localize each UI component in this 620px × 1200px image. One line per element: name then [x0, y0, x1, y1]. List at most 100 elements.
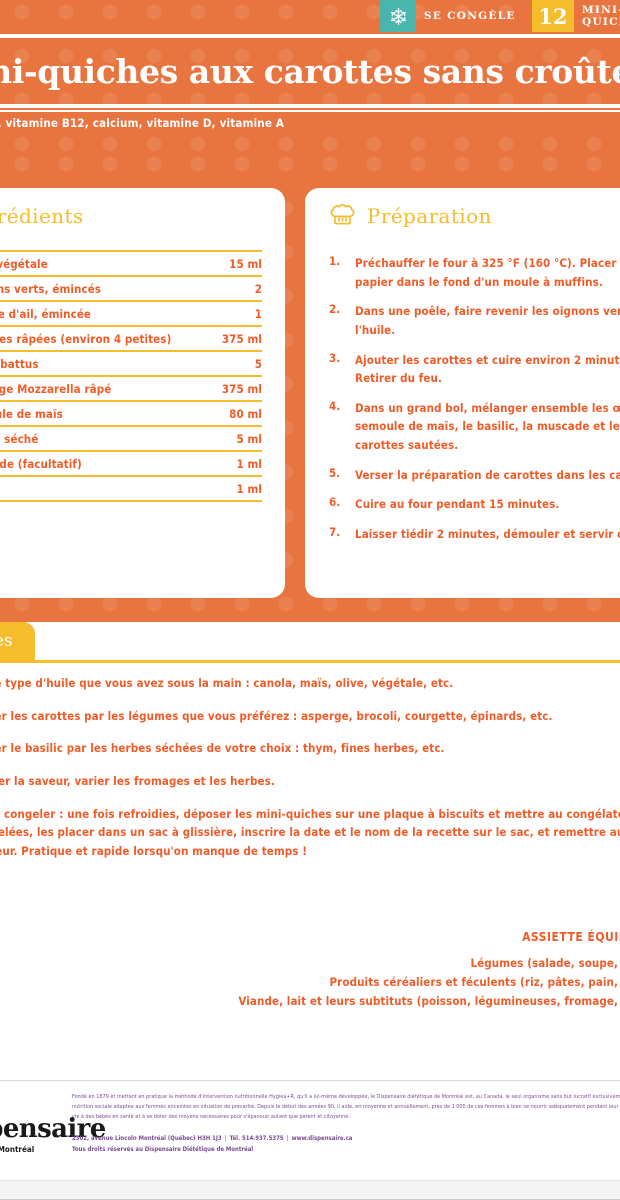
- logo-wordmark: Dispensaire: [0, 1114, 106, 1144]
- ingredient-row: Semoule de maïs 80 ml: [0, 401, 262, 426]
- balanced-plate-label: Produits céréaliers et féculents (riz, p…: [329, 975, 620, 989]
- preparation-title: Préparation: [367, 204, 492, 228]
- preparation-step-text: Cuire au four pendant 15 minutes.: [355, 497, 560, 512]
- snowflake-icon: [390, 7, 406, 25]
- ingredient-quantity: 1 ml: [236, 482, 262, 496]
- nutrients-line: Protéines, vitamine B12, calcium, vitami…: [0, 116, 285, 130]
- notes-list: Utiliser le type d'huile que vous avez s…: [0, 674, 620, 874]
- ingredient-name: Basilic séché: [0, 432, 39, 446]
- ingredient-row: Poivre 1 ml: [0, 476, 262, 501]
- ingredient-row: Gousse d'ail, émincée 1: [0, 301, 262, 326]
- ingredient-quantity: 375 ml: [221, 332, 262, 346]
- preparation-step: 3. Ajouter les carottes et cuire environ …: [329, 351, 620, 388]
- logo-subtitle: Diététique de Montréal: [0, 1145, 35, 1154]
- bottom-bar: [0, 1180, 620, 1200]
- footer-website[interactable]: www.dispensaire.ca: [292, 1135, 353, 1142]
- preparation-step-number: 2.: [329, 302, 341, 317]
- note-item: Utiliser le type d'huile que vous avez s…: [0, 676, 454, 690]
- notes-divider: [0, 660, 620, 663]
- preparation-step: 2. Dans une poêle, faire revenir les oign…: [329, 302, 620, 339]
- preparation-step: 4. Dans un grand bol, mélanger ensemble l…: [329, 399, 620, 455]
- balanced-plate-row: Viande, lait et leurs subtituts (poisson…: [238, 994, 620, 1008]
- footer-separator-1: |: [224, 1135, 227, 1142]
- header-divider-top: [0, 34, 620, 38]
- ingredient-name: Fromage Mozzarella râpé: [0, 382, 112, 396]
- note-item: Pour varier la saveur, varier les fromag…: [0, 773, 275, 788]
- note-item: Comment congeler : une fois refroidies, …: [0, 806, 620, 858]
- ingredient-row: Œufs, battus 5: [0, 351, 262, 376]
- ingredient-row: Oignons verts, émincés 2: [0, 276, 262, 301]
- footer-address: 2302, avenue Lincoln Montréal (Québec) H…: [72, 1135, 222, 1142]
- preparation-step-text: Verser la préparation de carottes dans l…: [355, 467, 620, 482]
- ingredient-name: Carottes râpées (environ 4 petites): [0, 332, 172, 346]
- footer-rights: Tous droits réservés au Dispensaire Diét…: [72, 1146, 254, 1154]
- yield-count: 12: [532, 0, 574, 32]
- ingredient-row: Huile végétale 15 ml: [0, 251, 262, 276]
- preparation-step-number: 5.: [329, 465, 341, 480]
- ingredient-quantity: 5 ml: [236, 432, 262, 446]
- yield-label: MINI-QUICHES: [582, 4, 620, 28]
- balanced-plate-row: Légumes (salade, soupe, etc.): [238, 956, 620, 970]
- ingredients-table: Huile végétale15 mlOignons verts, émincé…: [0, 250, 262, 502]
- ingredient-quantity: 5: [254, 357, 262, 371]
- freeze-badge: [380, 0, 416, 32]
- footer-phone: Tél. 514.937.5375: [229, 1135, 284, 1142]
- ingredient-quantity: 80 ml: [229, 407, 262, 421]
- ingredient-name: Œufs, battus: [0, 357, 39, 371]
- ingredient-quantity: 375 ml: [221, 382, 262, 396]
- header-divider-bottom: [0, 110, 620, 112]
- preparation-step-number: 6.: [329, 495, 341, 510]
- preparation-step-text: Préchauffer le four à 325 °F (160 °C). P…: [355, 256, 620, 289]
- preparation-step: 5. Verser la préparation de carottes dans…: [329, 466, 620, 485]
- ingredient-quantity: 1: [254, 307, 262, 321]
- preparation-step-text: Dans un grand bol, mélanger ensemble les…: [355, 400, 620, 452]
- freeze-label: SE CONGÈLE: [424, 10, 516, 22]
- preparation-step-text: Dans une poêle, faire revenir les oignon…: [355, 304, 620, 337]
- ingredient-name: Poivre: [0, 476, 214, 501]
- ingredient-quantity: 15 ml: [229, 257, 262, 271]
- ingredient-row: Muscade (facultatif) 1 ml: [0, 451, 262, 476]
- header-divider-middle: [0, 104, 620, 108]
- preparation-step-number: 7.: [329, 524, 341, 539]
- page-title: Mini-quiches aux carottes sans croûte: [0, 52, 620, 91]
- notes-tab[interactable]: Notes: [0, 622, 35, 660]
- footer-text: Fondé en 1879 et mettant en pratique la …: [72, 1092, 620, 1156]
- ingredient-row: Fromage Mozzarella râpé 375 ml: [0, 376, 262, 401]
- preparation-step-number: 3.: [329, 350, 341, 365]
- footer: Dispensaire Diététique de Montréal Fondé…: [0, 1092, 620, 1180]
- balanced-plate-rows: Légumes (salade, soupe, etc.) Produits cé…: [238, 956, 620, 1008]
- preparation-step-text: Laisser tiédir 2 minutes, démouler et se…: [355, 526, 620, 541]
- ingredient-name: Oignons verts, émincés: [0, 282, 102, 296]
- balanced-plate-row: Produits céréaliers et féculents (riz, p…: [238, 975, 620, 989]
- organization-logo: Dispensaire Diététique de Montréal: [0, 1114, 106, 1154]
- chef-hat-icon: [330, 203, 355, 225]
- ingredient-row: Carottes râpées (environ 4 petites) 375 m…: [0, 326, 262, 351]
- balanced-plate-label: Légumes (salade, soupe, etc.): [470, 956, 620, 970]
- preparation-step: 7. Laisser tiédir 2 minutes, démouler et …: [329, 525, 620, 544]
- body-band: Ingrédients Huile végétale15 mlOignons v…: [0, 152, 620, 622]
- ingredients-title: Ingrédients: [0, 204, 84, 228]
- balanced-plate-heading: ASSIETTE ÉQUILIBRÉE: [522, 930, 620, 944]
- ingredient-row: Basilic séché 5 ml: [0, 426, 262, 451]
- balanced-plate-block: ASSIETTE ÉQUILIBRÉE Légumes (salade, sou…: [238, 930, 620, 1013]
- ingredient-name: Gousse d'ail, émincée: [0, 307, 92, 321]
- footer-blurb: Fondé en 1879 et mettant en pratique la …: [72, 1094, 620, 1120]
- ingredient-name: Semoule de maïs: [0, 407, 63, 421]
- ingredient-quantity: 1 ml: [236, 457, 262, 471]
- note-item: Remplacer les carottes par les légumes q…: [0, 708, 553, 723]
- preparation-step-text: Ajouter les carottes et cuire environ 2 …: [355, 352, 620, 386]
- footer-contact: 2302, avenue Lincoln Montréal (Québec) H…: [72, 1133, 620, 1156]
- preparation-card: Préparation 1. Préchauffer le four à 325 …: [305, 188, 620, 598]
- balanced-plate-label: Viande, lait et leurs subtituts (poisson…: [238, 994, 620, 1008]
- preparation-step-number: 1.: [329, 254, 341, 268]
- note-item: Remplacer le basilic par les herbes séch…: [0, 741, 445, 756]
- ingredient-name: Muscade (facultatif): [0, 457, 82, 471]
- footer-divider: [0, 1080, 620, 1081]
- preparation-step-number: 4.: [329, 398, 341, 413]
- preparation-step: 1. Préchauffer le four à 325 °F (160 °C).…: [329, 254, 620, 291]
- ingredient-quantity: 2: [254, 282, 262, 296]
- recipe-sheet: SE CONGÈLE 12 MINI-QUICHES Mini-quiches …: [0, 0, 620, 1200]
- ingredients-card: Ingrédients Huile végétale15 mlOignons v…: [0, 188, 285, 598]
- preparation-step: 6. Cuire au four pendant 15 minutes.: [329, 495, 620, 514]
- footer-separator-2: |: [286, 1135, 289, 1142]
